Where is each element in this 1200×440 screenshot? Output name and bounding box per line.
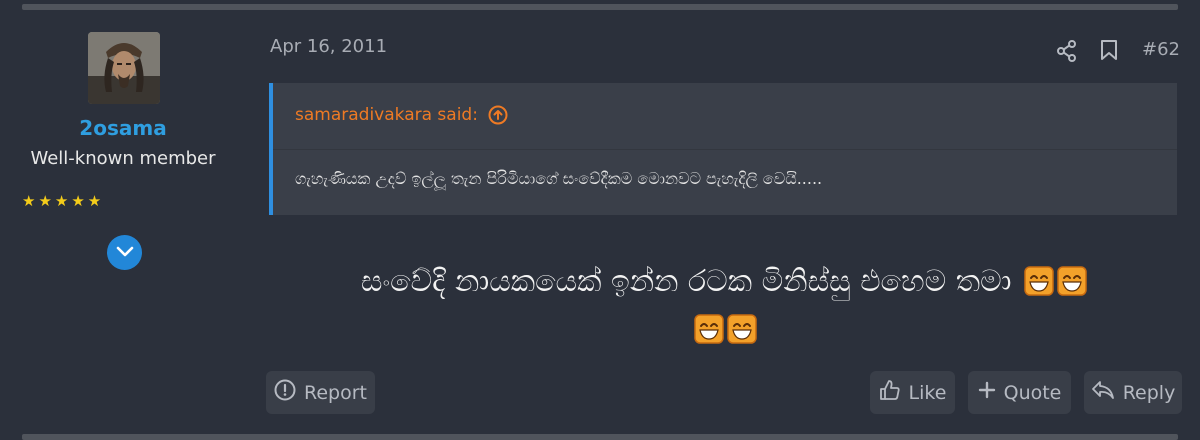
avatar[interactable] <box>88 32 160 104</box>
grinning-face-emoji-icon <box>1024 266 1054 296</box>
expand-user-button[interactable] <box>107 235 142 270</box>
like-button[interactable]: Like <box>870 371 955 414</box>
username-link[interactable]: 2osama <box>0 116 246 140</box>
bottom-divider <box>22 434 1178 440</box>
grinning-face-emoji-icon <box>727 314 757 344</box>
quote-divider <box>273 149 1177 150</box>
bookmark-icon[interactable] <box>1099 39 1119 65</box>
rating-stars: ★★★★★ <box>22 192 105 210</box>
quote-text: ගැහැණියක උදව් ඉල්ලූ තැන පිරිමියාගේ සංවේද… <box>295 169 823 188</box>
quote-header: samaradivakara said: <box>295 105 508 125</box>
user-title: Well-known member <box>30 148 216 169</box>
grinning-face-emoji-icon <box>694 314 724 344</box>
chevron-down-icon <box>116 243 134 262</box>
quote-label: Quote <box>1003 381 1062 404</box>
post-date[interactable]: Apr 16, 2011 <box>270 36 387 57</box>
quote-button[interactable]: Quote <box>968 371 1071 414</box>
post-message: සංවේදි නායකයෙක් ඉන්න රටක මිනිස්සු එහෙම ත… <box>270 258 1178 354</box>
like-label: Like <box>908 381 947 404</box>
grinning-face-emoji-icon <box>1057 266 1087 296</box>
reply-button[interactable]: Reply <box>1084 371 1182 414</box>
thumbs-up-icon <box>879 379 901 406</box>
alert-circle-icon <box>274 379 296 406</box>
arrow-up-circle-icon[interactable] <box>488 105 508 125</box>
report-button[interactable]: Report <box>266 371 375 414</box>
report-label: Report <box>304 381 367 404</box>
share-icon[interactable] <box>1056 40 1078 66</box>
top-divider <box>22 4 1178 10</box>
reply-arrow-icon <box>1091 380 1115 405</box>
quote-author-link[interactable]: samaradivakara said: <box>295 105 478 125</box>
reply-label: Reply <box>1122 381 1176 404</box>
post-number-link[interactable]: #62 <box>1142 39 1180 60</box>
quote-block: samaradivakara said: ගැහැණියක උදව් ඉල්ලූ… <box>269 83 1177 215</box>
post-message-text: සංවේදි නායකයෙක් ඉන්න රටක මිනිස්සු එහෙම ත… <box>360 264 1012 299</box>
plus-icon <box>978 381 996 404</box>
